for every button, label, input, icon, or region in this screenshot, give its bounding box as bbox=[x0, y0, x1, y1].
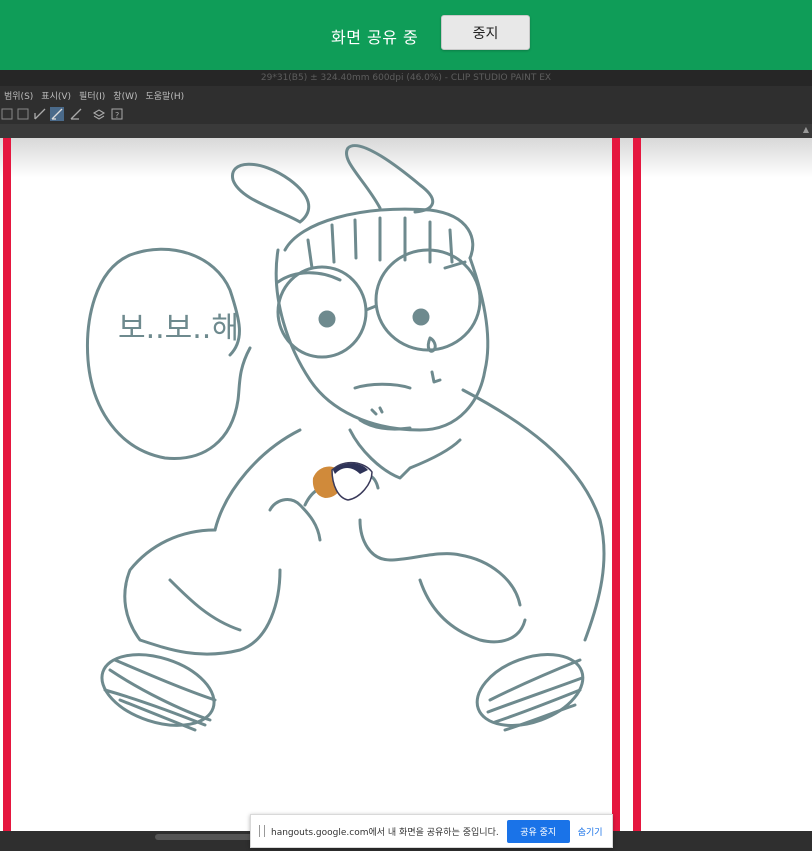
right-ear bbox=[345, 144, 434, 214]
pencil-icon[interactable] bbox=[69, 107, 83, 121]
drag-handle-icon[interactable] bbox=[259, 825, 265, 837]
app-title-bar: 29*31(B5) ± 324.40mm 600dpi (46.0%) - CL… bbox=[0, 70, 812, 86]
brush-icon[interactable] bbox=[33, 107, 47, 121]
sharing-notification-text: hangouts.google.com에서 내 화면을 공유하는 중입니다. bbox=[271, 827, 499, 838]
menu-item-view[interactable]: 표시(V) bbox=[37, 89, 75, 102]
screen-share-banner: 화면 공유 중 중지 bbox=[0, 0, 812, 70]
menu-bar: 범위(S) 표시(V) 필터(I) 창(W) 도움말(H) bbox=[0, 86, 812, 104]
canvas-top-strip bbox=[0, 124, 812, 138]
help-icon[interactable]: ? bbox=[110, 107, 124, 121]
menu-item-window[interactable]: 창(W) bbox=[109, 89, 141, 102]
toolbar: ? bbox=[0, 104, 812, 124]
menu-item-help[interactable]: 도움말(H) bbox=[142, 89, 189, 102]
layer-icon[interactable] bbox=[92, 107, 106, 121]
sharing-notification: hangouts.google.com에서 내 화면을 공유하는 중입니다. 공… bbox=[250, 814, 613, 848]
stop-sharing-button[interactable]: 중지 bbox=[441, 15, 530, 50]
pen-icon[interactable] bbox=[50, 107, 64, 121]
share-status-text: 화면 공유 중 bbox=[331, 28, 419, 47]
square-outline-icon[interactable] bbox=[16, 107, 30, 121]
speech-bubble-text: 보..보..해 bbox=[118, 311, 239, 346]
scroll-up-icon[interactable]: ▲ bbox=[800, 125, 812, 137]
left-ear bbox=[231, 162, 311, 224]
stop-share-button[interactable]: 공유 중지 bbox=[506, 819, 570, 843]
square-icon[interactable] bbox=[0, 107, 14, 121]
svg-text:?: ? bbox=[115, 111, 119, 120]
menu-item-selection[interactable]: 범위(S) bbox=[0, 89, 37, 102]
character-drawing: 보..보..해 bbox=[86, 144, 606, 732]
hide-link[interactable]: 숨기기 bbox=[578, 825, 603, 838]
menu-item-filter[interactable]: 필터(I) bbox=[75, 89, 109, 102]
